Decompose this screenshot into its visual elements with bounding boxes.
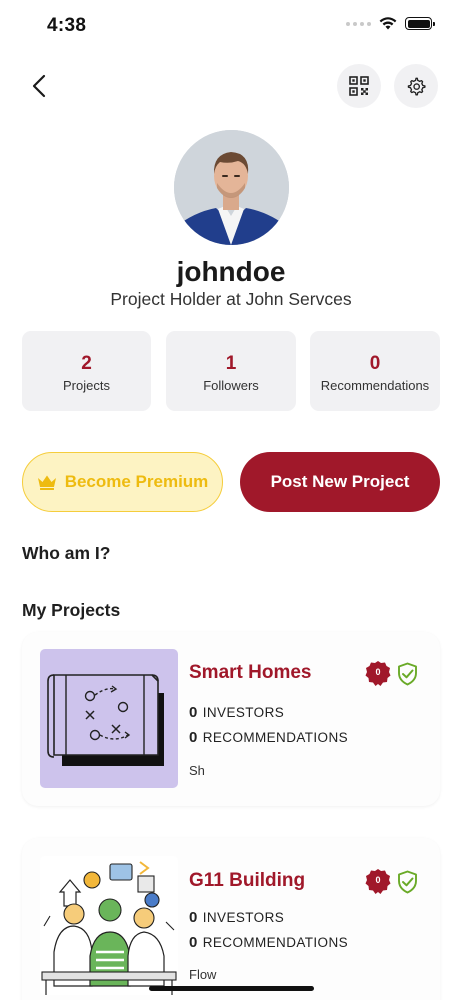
wifi-icon — [379, 17, 397, 30]
investors-label: INVESTORS — [202, 705, 285, 720]
project-recommendations: 0 RECOMMENDATIONS — [189, 934, 348, 951]
become-premium-label: Become Premium — [64, 472, 209, 491]
status-time: 4:38 — [47, 15, 87, 36]
signal-icon — [346, 21, 371, 26]
stat-label: Recommendations — [320, 378, 430, 393]
battery-icon — [405, 17, 435, 30]
status-icons — [346, 17, 435, 30]
recommendations-label: RECOMMENDATIONS — [202, 730, 349, 745]
project-thumbnail — [40, 649, 178, 788]
stat-projects[interactable]: 2 Projects — [22, 331, 151, 411]
verified-shield-icon — [398, 662, 417, 686]
become-premium-button[interactable]: Become Premium — [22, 452, 223, 512]
award-badge-icon: 0 — [365, 660, 391, 688]
project-badges: 0 — [365, 868, 418, 896]
stat-value: 0 — [369, 353, 381, 374]
stat-value: 2 — [81, 353, 92, 374]
gear-icon — [407, 77, 426, 96]
status-bar: 4:38 — [0, 0, 462, 52]
award-badge-count: 0 — [375, 667, 381, 677]
project-title[interactable]: G11 Building — [189, 870, 305, 892]
recommendations-count: 0 — [189, 934, 198, 951]
investors-label: INVESTORS — [202, 910, 285, 925]
settings-button[interactable] — [394, 64, 438, 108]
project-investors: 0 INVESTORS — [189, 704, 284, 721]
stat-value: 1 — [225, 353, 237, 374]
blueprint-plan-image — [47, 674, 164, 766]
stat-followers[interactable]: 1 Followers — [166, 331, 296, 411]
project-card[interactable]: Smart Homes 0 0 INVESTORS 0 RECOMMENDATION… — [22, 632, 440, 806]
project-badges: 0 — [365, 660, 418, 688]
project-title[interactable]: Smart Homes — [189, 662, 312, 684]
award-badge-count: 0 — [375, 875, 381, 885]
investors-count: 0 — [189, 704, 198, 721]
project-tag: Sh — [189, 763, 205, 778]
profile-avatar[interactable] — [174, 130, 289, 245]
recommendations-label: RECOMMENDATIONS — [202, 935, 349, 950]
project-recommendations: 0 RECOMMENDATIONS — [189, 729, 348, 746]
project-card[interactable]: G11 Building 0 0 INVESTORS 0 RECOMMENDATIO… — [22, 838, 440, 1000]
crown-icon — [37, 475, 56, 490]
post-new-project-button[interactable]: Post New Project — [240, 452, 440, 512]
qr-code-button[interactable] — [337, 64, 381, 108]
project-tag: Flow — [189, 967, 217, 982]
post-new-project-label: Post New Project — [270, 472, 410, 491]
verified-shield-icon — [398, 870, 417, 894]
recommendations-count: 0 — [189, 729, 198, 746]
about-section-title: Who am I? — [22, 543, 111, 563]
back-button[interactable] — [24, 71, 54, 101]
profile-headline: Project Holder at John Servces — [110, 289, 352, 309]
chevron-left-icon — [32, 74, 46, 98]
investors-count: 0 — [189, 909, 198, 926]
project-thumbnail — [40, 856, 178, 995]
team-collaboration-image — [40, 856, 178, 995]
stat-recommendations[interactable]: 0 Recommendations — [310, 331, 440, 411]
profile-username: johndoe — [176, 256, 286, 287]
stat-label: Projects — [63, 378, 110, 393]
project-investors: 0 INVESTORS — [189, 909, 284, 926]
avatar-photo — [174, 130, 289, 245]
award-badge-icon: 0 — [365, 868, 391, 896]
home-indicator[interactable] — [149, 986, 314, 991]
stat-label: Followers — [203, 378, 259, 393]
qr-code-icon — [349, 76, 369, 96]
projects-section-title: My Projects — [22, 600, 121, 620]
